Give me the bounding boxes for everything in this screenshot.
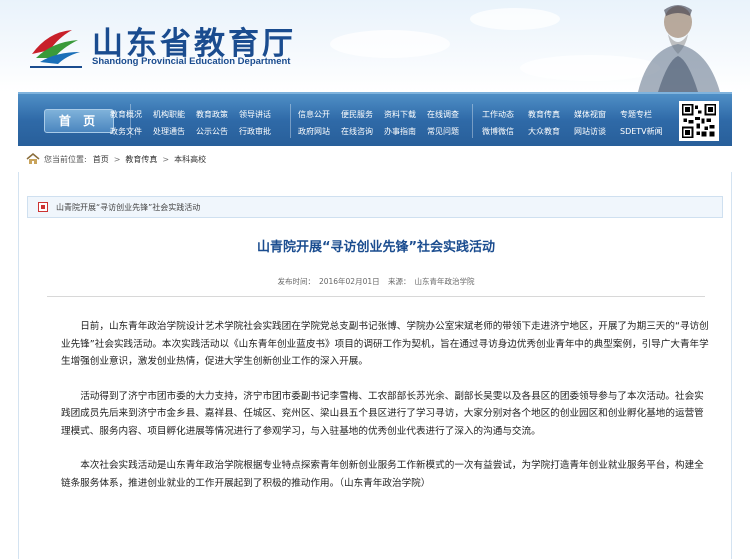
confucius-figure-illustration	[638, 5, 720, 92]
breadcrumb-label: 您当前位置:	[44, 154, 87, 164]
qr-code-icon[interactable]	[679, 101, 719, 141]
source-label: 来源：	[388, 277, 411, 286]
nav-item[interactable]: 机构职能	[153, 109, 196, 120]
nav-group-3: 工作动态 教育传真 媒体视窗 专题专栏 微博微信 大众教育 网站访谈 SDETV…	[482, 106, 666, 140]
nav-item[interactable]: 公示公告	[196, 126, 239, 137]
topic-bar: 山青院开展“寻访创业先锋”社会实践活动	[27, 196, 723, 218]
nav-group-2: 信息公开 便民服务 资料下载 在线调查 政府网站 在线咨询 办事指南 常见问题	[298, 106, 470, 140]
nav-item[interactable]: 处理通告	[153, 126, 196, 137]
divider	[47, 296, 705, 297]
article-source: 山东青年政治学院	[414, 277, 475, 286]
nav-group-1: 教育概况 机构职能 教育政策 领导讲话 政务文件 处理通告 公示公告 行政审批	[110, 106, 282, 140]
nav-item[interactable]: 资料下载	[384, 109, 427, 120]
header-banner: 山东省教育厅 Shandong Provincial Education Dep…	[0, 0, 750, 92]
nav-row: 教育概况 机构职能 教育政策 领导讲话	[110, 106, 282, 123]
nav-item[interactable]: 行政审批	[239, 126, 282, 137]
nav-divider	[472, 104, 473, 138]
nav-row: 工作动态 教育传真 媒体视窗 专题专栏	[482, 106, 666, 123]
topic-text: 山青院开展“寻访创业先锋”社会实践活动	[56, 202, 201, 212]
cloud-decoration	[470, 8, 560, 30]
breadcrumb-link-home[interactable]: 首页	[93, 154, 109, 165]
education-department-logo-icon[interactable]	[28, 24, 84, 70]
article-meta: 发布时间： 2016年02月01日 来源： 山东青年政治学院	[19, 276, 733, 287]
nav-item[interactable]: 媒体视窗	[574, 109, 620, 120]
nav-row: 政府网站 在线咨询 办事指南 常见问题	[298, 123, 470, 140]
article-paragraph: 日前，山东青年政治学院设计艺术学院社会实践团在学院党总支副书记张博、学院办公室宋…	[61, 321, 709, 367]
nav-item[interactable]: 便民服务	[341, 109, 384, 120]
nav-item[interactable]: 网站访谈	[574, 126, 620, 137]
nav-row: 政务文件 处理通告 公示公告 行政审批	[110, 123, 282, 140]
main-nav: 首 页 教育概况 机构职能 教育政策 领导讲话 政务文件 处理通告 公示公告 行…	[18, 92, 732, 146]
nav-item[interactable]: 在线调查	[427, 109, 470, 120]
nav-divider	[290, 104, 291, 138]
nav-item[interactable]: 专题专栏	[620, 109, 666, 120]
article-paragraph: 活动得到了济宁市团市委的大力支持，济宁市团市委副书记李雪梅、工农部部长苏光余、副…	[61, 390, 704, 437]
nav-item[interactable]: SDETV新闻	[620, 126, 666, 137]
breadcrumb-separator: >	[162, 154, 170, 164]
topic-marker-icon	[38, 202, 48, 212]
nav-item[interactable]: 教育概况	[110, 109, 153, 120]
publish-date: 2016年02月01日	[318, 277, 380, 286]
home-icon	[26, 153, 40, 164]
date-label: 发布时间：	[277, 277, 315, 286]
article-container: 山青院开展“寻访创业先锋”社会实践活动 山青院开展“寻访创业先锋”社会实践活动 …	[18, 172, 732, 559]
nav-item[interactable]: 工作动态	[482, 109, 528, 120]
nav-row: 微博微信 大众教育 网站访谈 SDETV新闻	[482, 123, 666, 140]
nav-item[interactable]: 信息公开	[298, 109, 341, 120]
nav-item[interactable]: 政府网站	[298, 126, 341, 137]
article-body: 日前，山东青年政治学院设计艺术学院社会实践团在学院党总支副书记张博、学院办公室宋…	[61, 318, 713, 509]
nav-item[interactable]: 微博微信	[482, 126, 528, 137]
breadcrumb-separator: >	[113, 154, 121, 164]
cloud-decoration	[330, 30, 450, 58]
nav-item[interactable]: 政务文件	[110, 126, 153, 137]
article-title: 山青院开展“寻访创业先锋”社会实践活动	[256, 240, 496, 255]
home-button[interactable]: 首 页	[44, 109, 114, 133]
nav-item[interactable]: 教育政策	[196, 109, 239, 120]
breadcrumb-link-education-news[interactable]: 教育传真	[125, 154, 157, 165]
nav-item[interactable]: 领导讲话	[239, 109, 282, 120]
nav-item[interactable]: 在线咨询	[341, 126, 384, 137]
site-subtitle: Shandong Provincial Education Department	[92, 56, 291, 67]
nav-item[interactable]: 常见问题	[427, 126, 470, 137]
breadcrumb-link-universities[interactable]: 本科高校	[174, 154, 206, 165]
article-paragraph: 本次社会实践活动是山东青年政治学院根据专业特点探索青年创新创业服务工作新模式的一…	[61, 460, 704, 489]
nav-item[interactable]: 大众教育	[528, 126, 574, 137]
nav-item[interactable]: 办事指南	[384, 126, 427, 137]
breadcrumb: 您当前位置: 首页 > 教育传真 > 本科高校	[18, 146, 732, 172]
nav-item[interactable]: 教育传真	[528, 109, 574, 120]
nav-row: 信息公开 便民服务 资料下载 在线调查	[298, 106, 470, 123]
